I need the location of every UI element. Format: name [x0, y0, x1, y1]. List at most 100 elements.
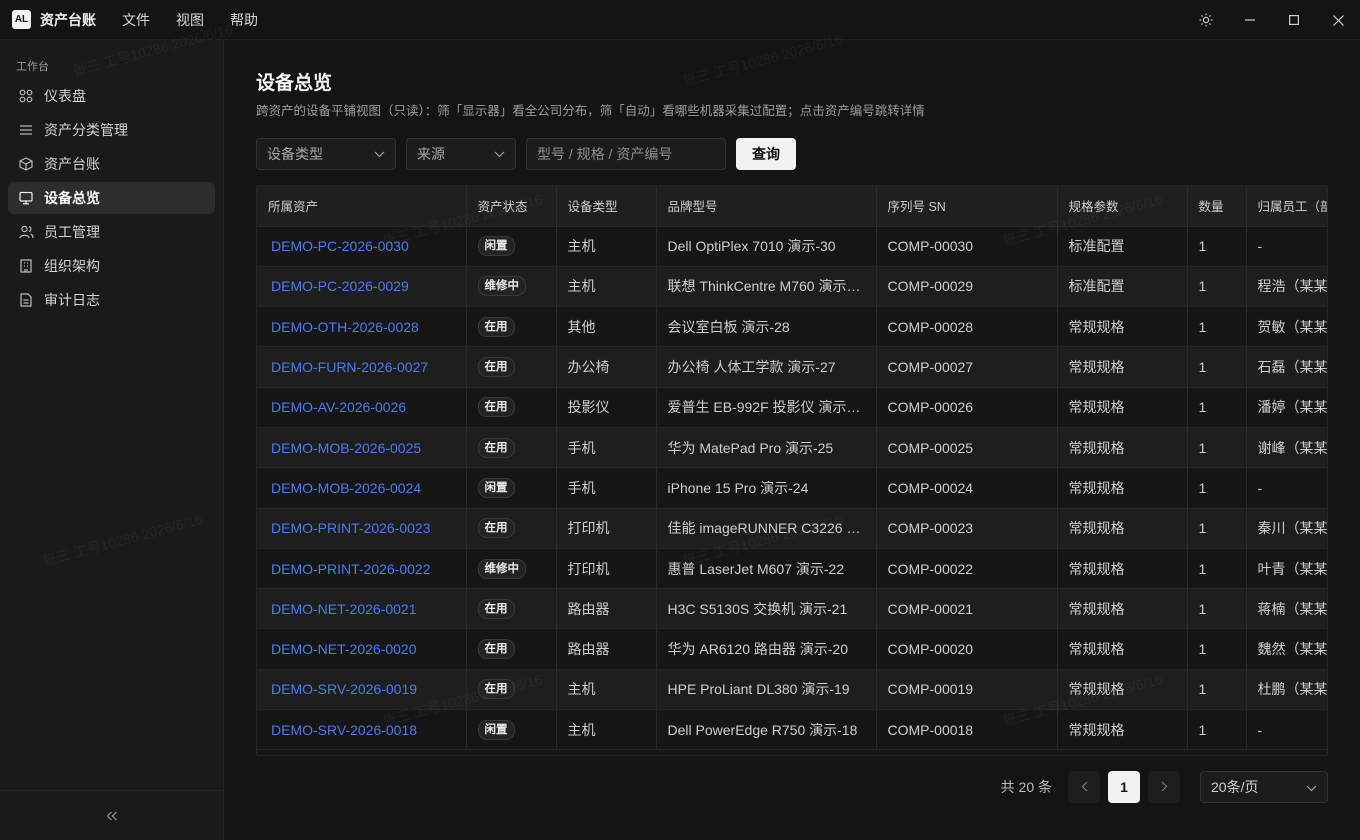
sidebar-item-dashboard[interactable]: 仪表盘 — [8, 80, 215, 112]
table-cell: 主机 — [556, 226, 657, 267]
next-page-button[interactable] — [1148, 771, 1180, 803]
menu-view[interactable]: 视图 — [176, 10, 215, 30]
asset-link[interactable]: DEMO-AV-2026-0026 — [257, 387, 467, 428]
status-badge: 维修中 — [477, 558, 526, 579]
menu-help[interactable]: 帮助 — [230, 10, 269, 30]
table-cell: COMP-00020 — [876, 628, 1058, 670]
sidebar-nav: 仪表盘 资产分类管理 资产台账 设备总览 员工管理 组织架构 审计日志 — [0, 80, 223, 316]
table-cell: iPhone 15 Pro 演示-24 — [656, 467, 877, 509]
table-cell: 叶青（某某 — [1246, 548, 1327, 590]
table-cell: 1 — [1187, 508, 1247, 549]
title-bar: AL 资产台账 文件 视图 帮助 — [0, 0, 1360, 40]
asset-link[interactable]: DEMO-PC-2026-0030 — [257, 226, 467, 267]
table-cell: COMP-00028 — [876, 306, 1058, 348]
status-badge: 在用 — [477, 437, 515, 458]
sidebar-item-label: 资产台账 — [44, 156, 100, 172]
status-badge: 闲置 — [477, 236, 515, 257]
sun-icon — [1199, 13, 1213, 27]
status-cell: 在用 — [466, 427, 557, 469]
table-cell: COMP-00021 — [876, 588, 1058, 630]
asset-link[interactable]: DEMO-OTH-2026-0028 — [257, 306, 467, 348]
table-cell: 常规规格 — [1057, 387, 1188, 428]
status-cell: 在用 — [466, 669, 557, 711]
column-header[interactable]: 资产状态 — [466, 186, 557, 227]
maximize-button[interactable] — [1272, 0, 1316, 40]
table-row: DEMO-AV-2026-0026 在用 投影仪 爱普生 EB-992F 投影仪 演示… — [257, 387, 1327, 428]
table-cell: 常规规格 — [1057, 669, 1188, 711]
device-type-placeholder: 设备类型 — [267, 146, 323, 162]
asset-link[interactable]: DEMO-MOB-2026-0024 — [257, 467, 467, 509]
table-cell: 1 — [1187, 266, 1247, 308]
table-cell: COMP-00024 — [876, 467, 1058, 509]
search-input[interactable] — [526, 138, 726, 170]
column-header[interactable]: 数量 — [1187, 186, 1247, 227]
table-cell: COMP-00029 — [876, 266, 1058, 308]
column-header[interactable]: 规格参数 — [1057, 186, 1188, 227]
table-cell: 1 — [1187, 306, 1247, 348]
cube-icon — [18, 156, 34, 172]
maximize-icon — [1289, 15, 1299, 25]
column-header[interactable]: 归属员工（部门） — [1246, 186, 1327, 227]
app-name: 资产台账 — [40, 11, 96, 28]
source-select[interactable]: 来源 — [406, 138, 516, 170]
source-placeholder: 来源 — [417, 146, 445, 162]
table-cell: 魏然（某某 — [1246, 628, 1327, 670]
table-row: DEMO-NET-2026-0021 在用 路由器 H3C S5130S 交换机 演示… — [257, 588, 1327, 630]
table-cell: COMP-00023 — [876, 508, 1058, 549]
column-header[interactable]: 品牌型号 — [656, 186, 877, 227]
table-cell: - — [1246, 467, 1327, 509]
collapse-sidebar-button[interactable] — [0, 790, 223, 840]
asset-link[interactable]: DEMO-PRINT-2026-0023 — [257, 508, 467, 549]
asset-link[interactable]: DEMO-NET-2026-0021 — [257, 588, 467, 630]
table-cell: 常规规格 — [1057, 467, 1188, 509]
sidebar-item-categories[interactable]: 资产分类管理 — [8, 114, 215, 146]
minimize-button[interactable] — [1228, 0, 1272, 40]
table-cell: 1 — [1187, 427, 1247, 469]
table-cell: 打印机 — [556, 508, 657, 549]
table-cell: 杜鹏（某某 — [1246, 669, 1327, 711]
sidebar-item-devices[interactable]: 设备总览 — [8, 182, 215, 214]
status-cell: 在用 — [466, 387, 557, 428]
column-header[interactable]: 所属资产 — [257, 186, 467, 227]
sidebar-item-audit[interactable]: 审计日志 — [8, 284, 215, 316]
table-cell: 1 — [1187, 628, 1247, 670]
menu-file[interactable]: 文件 — [122, 10, 161, 30]
close-button[interactable] — [1316, 0, 1360, 40]
table-cell: COMP-00025 — [876, 427, 1058, 469]
asset-link[interactable]: DEMO-SRV-2026-0019 — [257, 669, 467, 711]
table-cell: 华为 AR6120 路由器 演示-20 — [656, 628, 877, 670]
table-cell: 办公椅 — [556, 346, 657, 388]
table-cell: 惠普 LaserJet M607 演示-22 — [656, 548, 877, 590]
page-number-button[interactable]: 1 — [1108, 771, 1140, 803]
table-cell: 1 — [1187, 387, 1247, 428]
pagination: 共 20 条 1 20条/页 — [1001, 771, 1328, 803]
status-cell: 在用 — [466, 628, 557, 670]
theme-toggle-button[interactable] — [1184, 0, 1228, 40]
table-cell: 程浩（某某 — [1246, 266, 1327, 308]
asset-link[interactable]: DEMO-SRV-2026-0018 — [257, 709, 467, 751]
page-size-select[interactable]: 20条/页 — [1200, 771, 1328, 803]
status-badge: 在用 — [477, 397, 515, 418]
table-cell: 主机 — [556, 266, 657, 308]
sidebar-item-employees[interactable]: 员工管理 — [8, 216, 215, 248]
column-header[interactable]: 设备类型 — [556, 186, 657, 227]
asset-link[interactable]: DEMO-FURN-2026-0027 — [257, 346, 467, 388]
prev-page-button[interactable] — [1068, 771, 1100, 803]
table-cell: COMP-00026 — [876, 387, 1058, 428]
asset-link[interactable]: DEMO-NET-2026-0020 — [257, 628, 467, 670]
status-cell: 在用 — [466, 306, 557, 348]
chevrons-left-icon — [106, 808, 118, 824]
column-header[interactable]: 序列号 SN — [876, 186, 1058, 227]
sidebar-item-ledger[interactable]: 资产台账 — [8, 148, 215, 180]
table-cell: 石磊（某某 — [1246, 346, 1327, 388]
sidebar-item-org[interactable]: 组织架构 — [8, 250, 215, 282]
table-cell: 1 — [1187, 588, 1247, 630]
query-button[interactable]: 查询 — [736, 138, 796, 170]
device-type-select[interactable]: 设备类型 — [256, 138, 396, 170]
table-cell: 常规规格 — [1057, 427, 1188, 469]
asset-link[interactable]: DEMO-MOB-2026-0025 — [257, 427, 467, 469]
asset-link[interactable]: DEMO-PRINT-2026-0022 — [257, 548, 467, 590]
table-cell: 常规规格 — [1057, 346, 1188, 388]
chevron-down-icon — [494, 151, 505, 158]
asset-link[interactable]: DEMO-PC-2026-0029 — [257, 266, 467, 308]
